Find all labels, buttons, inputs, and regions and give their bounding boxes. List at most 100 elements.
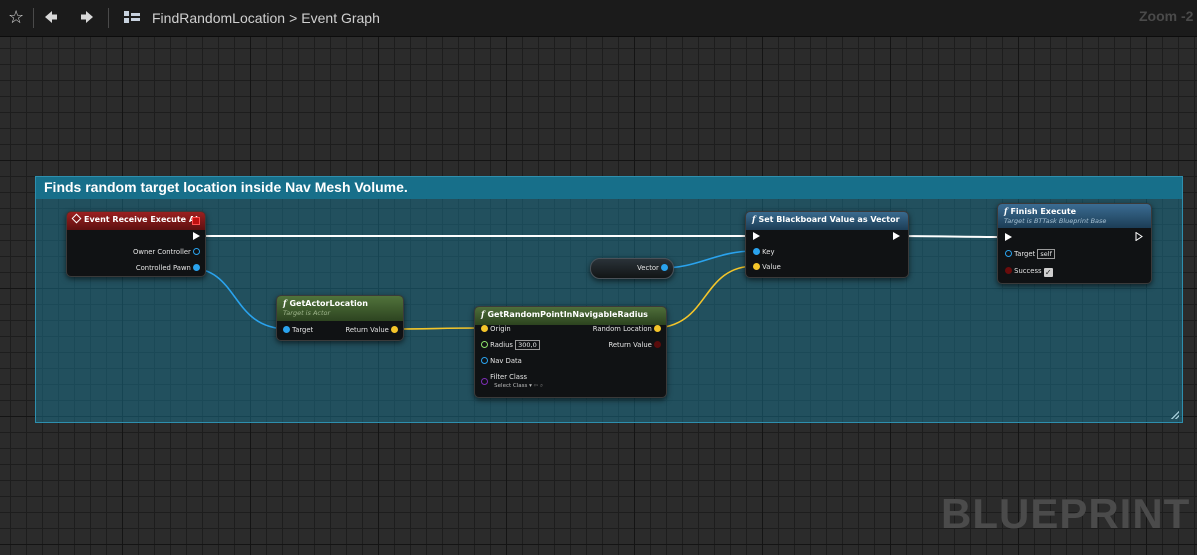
pin-label: Key [762,248,775,256]
event-receive-execute-node[interactable]: Event Receive Execute AI Owner Controlle… [66,211,206,277]
star-icon[interactable]: ☆ [8,6,24,30]
function-icon: f [1004,206,1008,216]
pin-icon [654,325,661,332]
comment-header[interactable]: Finds random target location inside Nav … [36,177,1182,199]
random-location-pin[interactable]: Random Location [593,324,661,334]
finish-execute-node[interactable]: f Finish Execute Target is BTTask Bluepri… [997,203,1152,284]
exec-in-pin[interactable] [1005,233,1012,243]
pin-label: Value [762,263,781,271]
pin-label: Return Value [345,326,389,334]
comment-title: Finds random target location inside Nav … [44,179,408,195]
vector-variable-node[interactable]: Vector [590,258,674,279]
get-random-point-header[interactable]: f GetRandomPointInNavigableRadius [475,307,666,325]
pin-label: Origin [490,325,511,333]
value-pin[interactable]: Value [753,262,781,272]
exec-out-hollow-icon [1135,232,1143,241]
pin-icon [481,378,488,385]
controlled-pawn-pin[interactable]: Controlled Pawn [136,263,200,273]
pin-label: Target [292,326,314,334]
return-value-pin[interactable]: Return Value [345,325,398,335]
function-icon: f [752,214,756,224]
pin-icon [654,341,661,348]
finish-execute-header[interactable]: f Finish Execute Target is BTTask Bluepri… [998,204,1151,228]
event-diamond-icon [71,213,82,224]
success-pin[interactable]: Success ✓ [1005,266,1053,277]
event-node-header[interactable]: Event Receive Execute AI [67,212,205,230]
pin-icon [753,263,760,270]
pin-label: Nav Data [490,357,522,365]
get-actor-location-header[interactable]: f GetActorLocation Target is Actor [277,296,403,321]
pin-icon [481,341,488,348]
breadcrumb-asset[interactable]: FindRandomLocation [152,10,285,26]
finish-execute-subtitle: Target is BTTask Blueprint Base [1004,217,1107,225]
pin-label: Radius [490,341,513,349]
origin-pin[interactable]: Origin [481,324,511,334]
chevron-down-icon: ▾ [529,383,532,389]
get-actor-location-node[interactable]: f GetActorLocation Target is Actor Target… [276,295,404,341]
pin-label: Filter Class [490,373,528,381]
pin-icon [391,326,398,333]
graph-toolbar: ☆ FindRandomLocation > Event Graph Zoom -2 [0,0,1197,37]
nav-data-pin[interactable]: Nav Data [481,356,522,366]
back-arrow-icon[interactable] [44,6,58,30]
select-class-dropdown[interactable]: Select Class ▾ ⇦ ⌕ [494,382,543,390]
radius-pin[interactable]: Radius 300,0 [481,340,540,350]
pin-icon [193,248,200,255]
function-icon: f [481,309,485,319]
target-self-field[interactable]: self [1037,249,1055,259]
delegate-pin-icon[interactable] [192,217,200,225]
resize-grip-icon[interactable] [1171,411,1179,419]
pin-label: Random Location [592,325,652,333]
set-blackboard-value-node[interactable]: f Set Blackboard Value as Vector Key Valu… [745,211,909,278]
magnifier-icon[interactable]: ⌕ [540,383,543,389]
exec-out-pin[interactable] [193,232,200,242]
vector-out-pin[interactable]: Vector [637,263,668,273]
get-random-point-title: GetRandomPointInNavigableRadius [487,310,648,319]
pin-label: Controlled Pawn [135,264,191,272]
set-blackboard-title: Set Blackboard Value as Vector [758,215,900,224]
toolbar-divider [108,8,109,28]
pin-icon [1005,267,1012,274]
blueprint-editor: Finds random target location inside Nav … [0,0,1197,555]
pin-icon [283,326,290,333]
set-blackboard-header[interactable]: f Set Blackboard Value as Vector [746,212,908,230]
blueprint-watermark: BLUEPRINT [941,490,1191,537]
pin-icon [193,264,200,271]
return-value-bool-pin[interactable]: Return Value [608,340,661,350]
event-node-title: Event Receive Execute AI [84,215,199,224]
finish-execute-title: Finish Execute [1010,207,1077,216]
get-random-point-node[interactable]: f GetRandomPointInNavigableRadius Origin … [474,306,667,398]
target-pin[interactable]: Target [283,325,313,335]
pin-icon [661,264,668,271]
get-actor-location-subtitle: Target is Actor [283,309,331,317]
pin-label: Owner Controller [133,248,191,256]
vector-label: Vector [637,264,659,272]
chevron-right-icon: > [289,10,298,26]
checkbox-checked-icon[interactable]: ✓ [1043,268,1053,277]
breadcrumb-graph[interactable]: Event Graph [301,10,380,26]
forward-arrow-icon[interactable] [80,6,94,30]
back-arrow-icon[interactable]: ⇦ [534,383,539,389]
exec-in-pin[interactable] [753,232,760,242]
zoom-label: Zoom -2 [1139,8,1194,24]
filter-class-group: Filter Class Select Class ▾ ⇦ ⌕ [490,372,543,390]
toolbar-divider [33,8,34,28]
pin-icon [481,325,488,332]
pin-label: Target [1014,250,1036,258]
owner-controller-pin[interactable]: Owner Controller [133,247,200,257]
function-icon: f [283,298,287,308]
exec-out-pin[interactable] [893,232,900,242]
breadcrumb: FindRandomLocation > Event Graph [152,8,380,28]
blueprint-graph-icon [123,6,141,30]
pin-icon [481,357,488,364]
pin-icon [1005,250,1012,257]
key-pin[interactable]: Key [753,247,775,257]
radius-value-field[interactable]: 300,0 [515,340,540,350]
filter-class-pin[interactable]: Filter Class Select Class ▾ ⇦ ⌕ [481,372,543,390]
get-actor-location-title: GetActorLocation [289,299,368,308]
pin-label: Success [1014,267,1042,275]
exec-out-pin[interactable] [1135,232,1143,242]
target-pin[interactable]: Target self [1005,249,1055,259]
select-class-label: Select Class [494,383,528,389]
pin-label: Return Value [608,341,652,349]
